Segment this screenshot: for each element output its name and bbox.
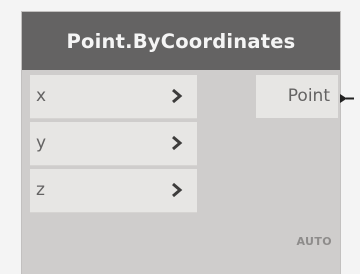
node-title[interactable]: Point.ByCoordinates (22, 12, 340, 70)
input-port-x[interactable]: x (30, 75, 197, 119)
input-port-z[interactable]: z (30, 169, 197, 213)
node-point-bycoordinates[interactable]: Point.ByCoordinates x y z Point AUTO (22, 12, 354, 274)
input-port-label: y (36, 133, 47, 153)
input-port-label: x (36, 86, 47, 106)
input-port-y[interactable]: y (30, 122, 197, 166)
chevron-right-icon (172, 135, 183, 151)
chevron-right-icon (172, 88, 183, 104)
chevron-right-icon (172, 182, 183, 198)
lacing-indicator: AUTO (296, 235, 332, 248)
output-connector-icon[interactable] (340, 94, 354, 103)
input-port-label: z (36, 180, 45, 200)
output-port-point[interactable]: Point (256, 75, 338, 118)
output-port-label: Point (287, 86, 330, 106)
